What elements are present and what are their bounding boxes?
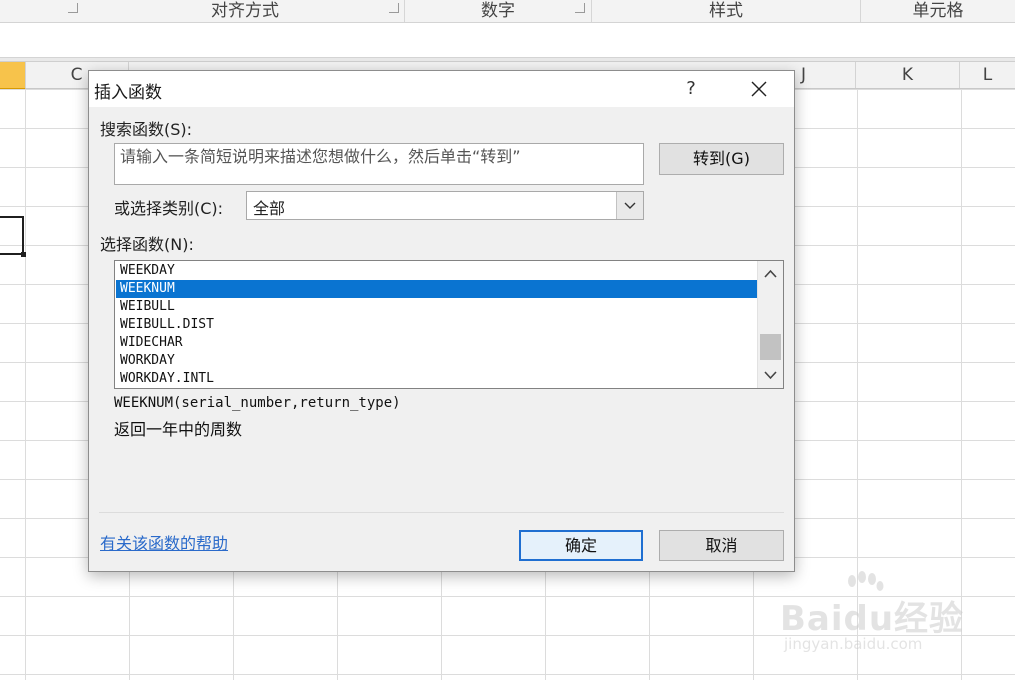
- category-label: 或选择类别(C):: [114, 199, 224, 218]
- function-list-item[interactable]: WEIBULL: [116, 298, 757, 316]
- close-icon[interactable]: [739, 73, 779, 105]
- scroll-down-icon[interactable]: [758, 366, 783, 388]
- search-function-input[interactable]: 请输入一条简短说明来描述您想做什么，然后单击“转到”: [114, 143, 644, 185]
- formula-bar[interactable]: [0, 23, 1015, 58]
- function-list-item[interactable]: WIDECHAR: [116, 334, 757, 352]
- function-list-item[interactable]: WEEKDAY: [116, 262, 757, 280]
- dialog-launcher-icon[interactable]: [68, 3, 78, 13]
- chevron-down-icon[interactable]: [616, 192, 643, 219]
- function-list-item[interactable]: WORKDAY: [116, 352, 757, 370]
- function-list-item-selected[interactable]: WEEKNUM: [116, 280, 757, 298]
- ribbon-group-styles: 样式: [592, 0, 861, 22]
- column-header-selected[interactable]: [0, 62, 26, 90]
- dialog-titlebar[interactable]: 插入函数 ?: [89, 71, 794, 107]
- watermark-url: jingyan.baidu.com: [784, 635, 923, 653]
- function-description: 返回一年中的周数: [114, 420, 243, 439]
- alignment-launcher-icon[interactable]: [389, 3, 399, 13]
- help-icon[interactable]: ?: [676, 76, 706, 102]
- column-header-l[interactable]: L: [960, 62, 1015, 88]
- goto-button[interactable]: 转到(G): [659, 143, 784, 175]
- function-list[interactable]: WEEKDAY WEEKNUM WEIBULL WEIBULL.DIST WID…: [114, 260, 784, 389]
- ok-button[interactable]: 确定: [519, 530, 643, 561]
- function-help-link[interactable]: 有关该函数的帮助: [100, 530, 228, 554]
- ribbon-group-alignment: 对齐方式: [86, 0, 405, 22]
- insert-function-dialog: 插入函数 ? 搜索函数(S): 请输入一条简短说明来描述您想做什么，然后单击“转…: [88, 70, 795, 572]
- select-function-label: 选择函数(N):: [100, 235, 194, 254]
- dialog-title: 插入函数: [94, 83, 162, 103]
- footer-divider: [99, 512, 784, 513]
- function-list-item[interactable]: WEIBULL.DIST: [116, 316, 757, 334]
- watermark-text: Baidu经验: [780, 599, 965, 639]
- category-select[interactable]: 全部: [246, 191, 644, 220]
- scroll-up-icon[interactable]: [758, 265, 783, 287]
- cancel-button[interactable]: 取消: [659, 530, 784, 561]
- function-list-scrollbar[interactable]: [757, 261, 783, 388]
- baidu-jingyan-watermark: Baidu经验 jingyan.baidu.com: [776, 571, 976, 671]
- active-cell[interactable]: [0, 216, 26, 257]
- ribbon-group-labels: 对齐方式 数字 样式 单元格: [0, 0, 1015, 23]
- category-value: 全部: [253, 199, 286, 218]
- scrollbar-thumb[interactable]: [760, 334, 781, 360]
- function-signature: WEEKNUM(serial_number,return_type): [114, 395, 401, 411]
- function-list-item[interactable]: WORKDAY.INTL: [116, 370, 757, 388]
- number-launcher-icon[interactable]: [575, 3, 585, 13]
- column-header-k[interactable]: K: [856, 62, 960, 88]
- ribbon-group-cells: 单元格: [912, 1, 964, 21]
- ribbon-group-number: 数字: [405, 0, 592, 22]
- search-function-label: 搜索函数(S):: [100, 120, 193, 139]
